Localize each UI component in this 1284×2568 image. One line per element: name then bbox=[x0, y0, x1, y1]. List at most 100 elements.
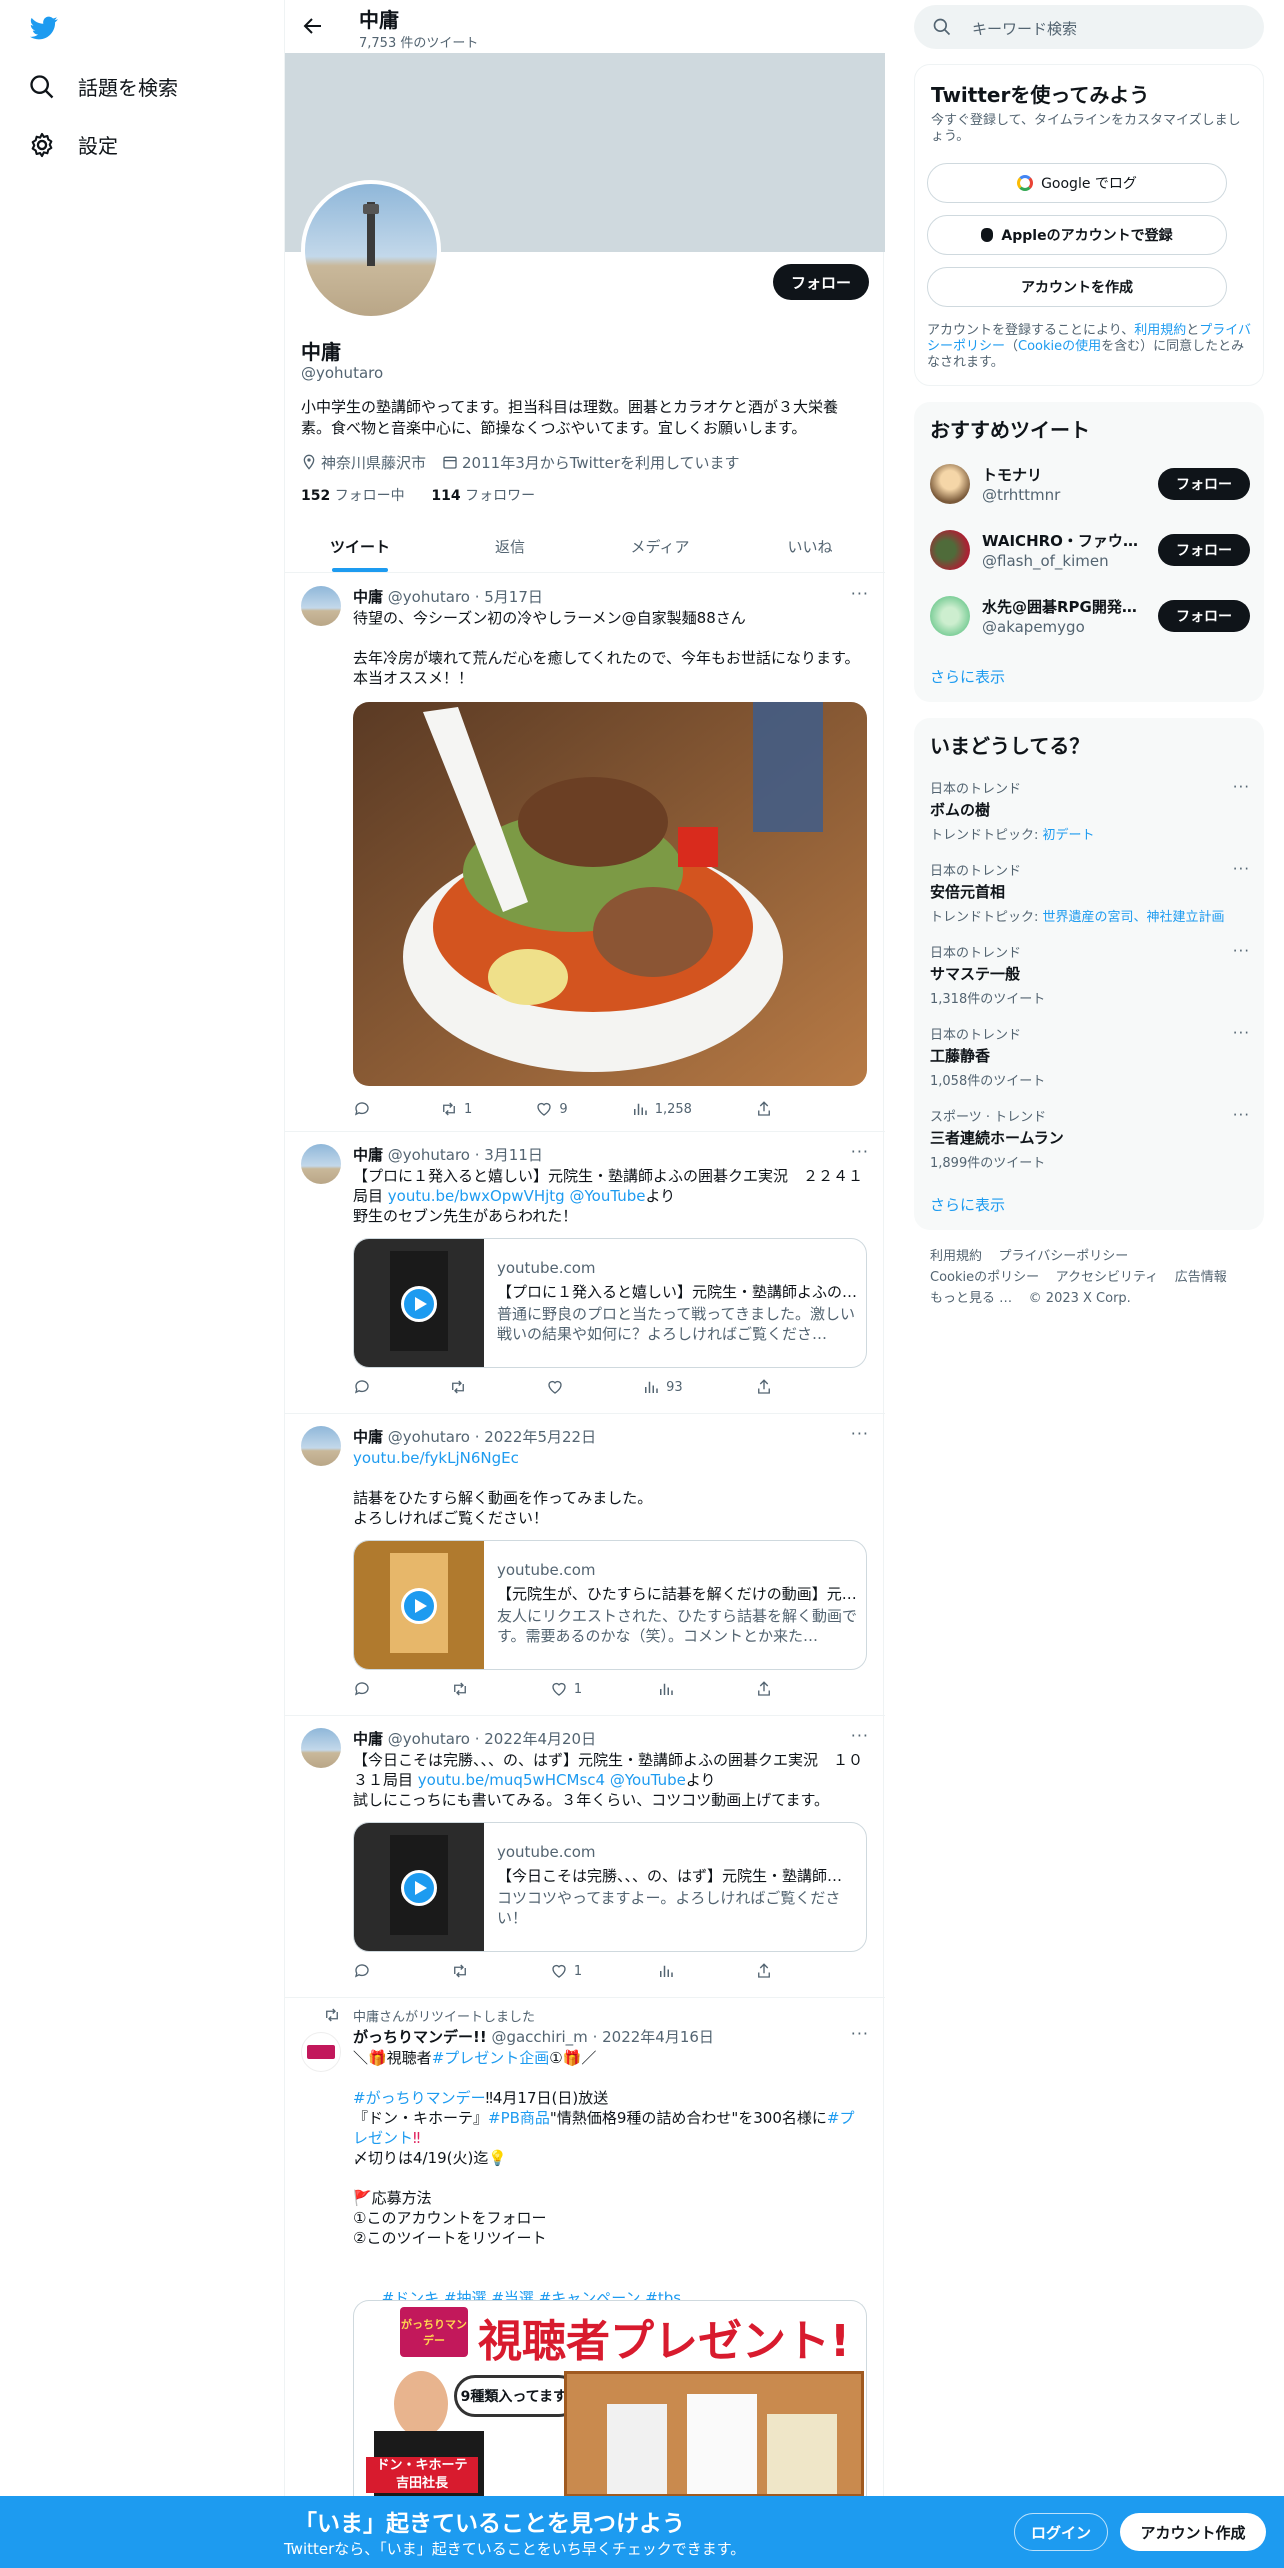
hashtag-link[interactable]: #がっちりマンデー bbox=[353, 2089, 486, 2107]
views-button[interactable] bbox=[657, 1962, 681, 1980]
trend-item[interactable]: 日本のトレンド ボムの樹 トレンドトピック: 初デート ··· bbox=[930, 778, 1250, 843]
tweet-link[interactable]: youtu.be/muq5wHCMsc4 bbox=[418, 1771, 605, 1789]
list-item[interactable]: WAICHRO・ファウス… @flash_of_kimen フォロー bbox=[930, 526, 1250, 574]
apple-signup-button[interactable]: Appleのアカウントで登録 bbox=[927, 215, 1227, 255]
tweet[interactable]: 中庸 @yohutaro · 2022年4月20日 ··· 【今日こそは完勝、、… bbox=[285, 1716, 885, 1998]
like-button[interactable] bbox=[546, 1378, 570, 1396]
tab-likes[interactable]: いいね bbox=[735, 520, 885, 572]
more-options-icon[interactable]: ··· bbox=[1233, 1024, 1250, 1042]
sidebar-item-explore[interactable]: 話題を検索 bbox=[28, 72, 178, 101]
avatar[interactable] bbox=[301, 1728, 341, 1768]
sidebar-item-settings[interactable]: 設定 bbox=[28, 130, 118, 159]
like-button[interactable]: 9 bbox=[535, 1100, 568, 1118]
twitter-logo-icon[interactable] bbox=[28, 14, 60, 42]
tweet-author-handle[interactable]: @yohutaro bbox=[388, 1146, 470, 1164]
footer-link[interactable]: もっと見る … bbox=[930, 1291, 1012, 1306]
trend-item[interactable]: 日本のトレンド 安倍元首相 トレンドトピック: 世界遺産の宮司、神社建立計画 ·… bbox=[930, 860, 1250, 925]
profile-avatar[interactable] bbox=[301, 180, 441, 320]
link-card[interactable]: youtube.com 【今日こそは完勝、、、の、はず】元院生・塾講師… コツコ… bbox=[353, 1822, 867, 1952]
user-name[interactable]: トモナリ bbox=[982, 464, 1148, 485]
create-account-button[interactable]: アカウントを作成 bbox=[927, 267, 1227, 307]
share-button[interactable] bbox=[755, 1100, 773, 1118]
terms-link[interactable]: 利用規約 bbox=[1134, 323, 1186, 338]
tweet[interactable]: 中庸 @yohutaro · 2022年5月22日 ··· youtu.be/f… bbox=[285, 1414, 885, 1716]
tweet-author-handle[interactable]: @yohutaro bbox=[388, 1730, 470, 1748]
google-signup-button[interactable]: Google でログ bbox=[927, 163, 1227, 203]
more-options-icon[interactable]: ··· bbox=[851, 1726, 869, 1745]
reply-button[interactable] bbox=[353, 1100, 377, 1118]
footer-link[interactable]: Cookieのポリシー bbox=[930, 1270, 1039, 1285]
tweet-author-name[interactable]: 中庸 bbox=[353, 588, 383, 606]
share-button[interactable] bbox=[755, 1680, 773, 1698]
tab-replies[interactable]: 返信 bbox=[435, 520, 585, 572]
following-link[interactable]: 152 フォロー中 bbox=[301, 488, 405, 504]
tweet-link[interactable]: youtu.be/fykLjN6NgEc bbox=[353, 1449, 519, 1467]
tweet-author-name[interactable]: 中庸 bbox=[353, 1146, 383, 1164]
login-button[interactable]: ログイン bbox=[1014, 2513, 1108, 2551]
avatar[interactable] bbox=[301, 2032, 341, 2072]
followers-link[interactable]: 114 フォロワー bbox=[431, 488, 535, 504]
tweet-date[interactable]: 2022年4月16日 bbox=[602, 2028, 714, 2046]
tweet[interactable]: 中庸 @yohutaro · 5月17日 ··· 待望の、今シーズン初の冷やしラ… bbox=[285, 574, 885, 1132]
more-options-icon[interactable]: ··· bbox=[1233, 1106, 1250, 1124]
tweet-date[interactable]: 3月11日 bbox=[484, 1146, 543, 1164]
more-options-icon[interactable]: ··· bbox=[1233, 942, 1250, 960]
reply-button[interactable] bbox=[353, 1962, 377, 1980]
share-button[interactable] bbox=[755, 1962, 773, 1980]
hashtag-link[interactable]: #PB商品 bbox=[488, 2109, 550, 2127]
footer-link[interactable]: 広告情報 bbox=[1175, 1270, 1227, 1285]
back-arrow-icon[interactable] bbox=[301, 14, 325, 38]
more-options-icon[interactable]: ··· bbox=[851, 2024, 869, 2043]
tweet-author-name[interactable]: がっちりマンデー!! bbox=[353, 2028, 487, 2046]
tweet-date[interactable]: 2022年5月22日 bbox=[484, 1428, 596, 1446]
tweet-date[interactable]: 5月17日 bbox=[484, 588, 543, 606]
search-input[interactable]: キーワード検索 bbox=[914, 5, 1264, 49]
cookie-link[interactable]: Cookieの使用 bbox=[1018, 339, 1101, 354]
retweet-button[interactable]: 1 bbox=[440, 1100, 472, 1118]
link-card[interactable]: youtube.com 【元院生が、ひたすらに詰碁を解くだけの動画】元… 友人に… bbox=[353, 1540, 867, 1670]
tweet-photo[interactable] bbox=[353, 702, 867, 1086]
tweet[interactable]: 中庸さんがリツイートしました がっちりマンデー!! @gacchiri_m · … bbox=[285, 1998, 885, 2496]
link-card[interactable]: youtube.com 【プロに１発入ると嬉しい】元院生・塾講師よふの… 普通に… bbox=[353, 1238, 867, 1368]
mention-link[interactable]: @YouTube bbox=[610, 1771, 686, 1789]
more-options-icon[interactable]: ··· bbox=[851, 1424, 869, 1443]
signup-button[interactable]: アカウント作成 bbox=[1120, 2513, 1266, 2551]
like-button[interactable]: 1 bbox=[550, 1680, 582, 1698]
trend-item[interactable]: 日本のトレンド 工藤静香 1,058件のツイート ··· bbox=[930, 1024, 1250, 1089]
retweet-label[interactable]: 中庸さんがリツイートしました bbox=[353, 2006, 535, 2025]
views-button[interactable]: 1,258 bbox=[631, 1100, 692, 1118]
follow-button[interactable]: フォロー bbox=[1158, 468, 1250, 500]
reply-button[interactable] bbox=[353, 1378, 377, 1396]
footer-link[interactable]: プライバシーポリシー bbox=[999, 1249, 1129, 1264]
show-more-link[interactable]: さらに表示 bbox=[930, 1194, 1005, 1215]
trend-item[interactable]: スポーツ · トレンド 三者連続ホームラン 1,899件のツイート ··· bbox=[930, 1106, 1250, 1171]
list-item[interactable]: 水先@囲碁RPG開発… @akapemygo フォロー bbox=[930, 592, 1250, 640]
views-button[interactable]: 93 bbox=[642, 1378, 683, 1396]
tweet-photo[interactable]: がっちりマンデー 視聴者プレゼント! 9種類入ってます! ドン・キホーテ 吉田社長 bbox=[353, 2300, 867, 2496]
avatar[interactable] bbox=[930, 464, 970, 504]
avatar[interactable] bbox=[930, 596, 970, 636]
tweet-author-handle[interactable]: @gacchiri_m bbox=[491, 2028, 587, 2046]
trend-topic-link[interactable]: 世界遺産の宮司、神社建立計画 bbox=[1043, 910, 1225, 925]
share-button[interactable] bbox=[755, 1378, 773, 1396]
footer-link[interactable]: 利用規約 bbox=[930, 1249, 982, 1264]
mention-link[interactable]: @YouTube bbox=[569, 1187, 645, 1205]
tweet-author-handle[interactable]: @yohutaro bbox=[388, 588, 470, 606]
retweet-button[interactable] bbox=[451, 1962, 475, 1980]
like-button[interactable]: 1 bbox=[550, 1962, 582, 1980]
tab-tweets[interactable]: ツイート bbox=[285, 520, 435, 572]
follow-button[interactable]: フォロー bbox=[1158, 600, 1250, 632]
more-options-icon[interactable]: ··· bbox=[851, 1142, 869, 1161]
more-options-icon[interactable]: ··· bbox=[1233, 778, 1250, 796]
tweet-author-name[interactable]: 中庸 bbox=[353, 1428, 383, 1446]
avatar[interactable] bbox=[301, 1426, 341, 1466]
tweet[interactable]: 中庸 @yohutaro · 3月11日 ··· 【プロに１発入ると嬉しい】元院… bbox=[285, 1132, 885, 1414]
user-name[interactable]: 水先@囲碁RPG開発… bbox=[982, 596, 1148, 617]
more-options-icon[interactable]: ··· bbox=[1233, 860, 1250, 878]
follow-button[interactable]: フォロー bbox=[1158, 534, 1250, 566]
views-button[interactable] bbox=[657, 1680, 681, 1698]
avatar[interactable] bbox=[930, 530, 970, 570]
tweet-author-name[interactable]: 中庸 bbox=[353, 1730, 383, 1748]
retweet-button[interactable] bbox=[451, 1680, 475, 1698]
show-more-link[interactable]: さらに表示 bbox=[930, 666, 1005, 687]
